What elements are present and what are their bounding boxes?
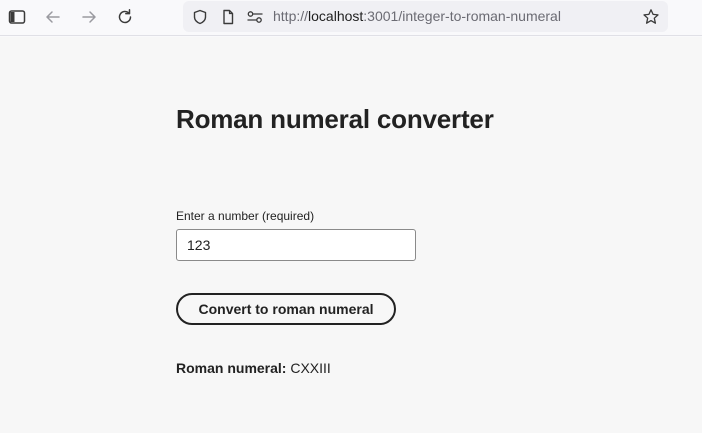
sidebar-icon[interactable] bbox=[5, 6, 29, 28]
page-icon bbox=[219, 8, 237, 26]
url-bar[interactable]: http://localhost:3001/integer-to-roman-n… bbox=[183, 1, 668, 32]
convert-button[interactable]: Convert to roman numeral bbox=[176, 293, 396, 325]
number-input-label: Enter a number (required) bbox=[176, 209, 315, 223]
number-input[interactable] bbox=[176, 229, 416, 261]
result: Roman numeral: CXXIII bbox=[176, 360, 331, 376]
bookmark-star-icon[interactable] bbox=[642, 8, 660, 26]
browser-toolbar: http://localhost:3001/integer-to-roman-n… bbox=[0, 0, 702, 36]
shield-icon[interactable] bbox=[191, 8, 209, 26]
url-host: localhost bbox=[308, 8, 364, 24]
forward-icon[interactable] bbox=[77, 6, 101, 28]
result-label: Roman numeral: bbox=[176, 360, 287, 376]
result-value: CXXIII bbox=[290, 360, 331, 376]
back-icon[interactable] bbox=[41, 6, 65, 28]
url-path: :3001/integer-to-roman-numeral bbox=[363, 8, 561, 24]
page-title: Roman numeral converter bbox=[176, 104, 494, 134]
url-scheme: http:// bbox=[273, 8, 309, 24]
reload-icon[interactable] bbox=[113, 6, 137, 28]
permissions-icon[interactable] bbox=[246, 8, 264, 26]
url-text[interactable]: http://localhost:3001/integer-to-roman-n… bbox=[273, 1, 561, 32]
